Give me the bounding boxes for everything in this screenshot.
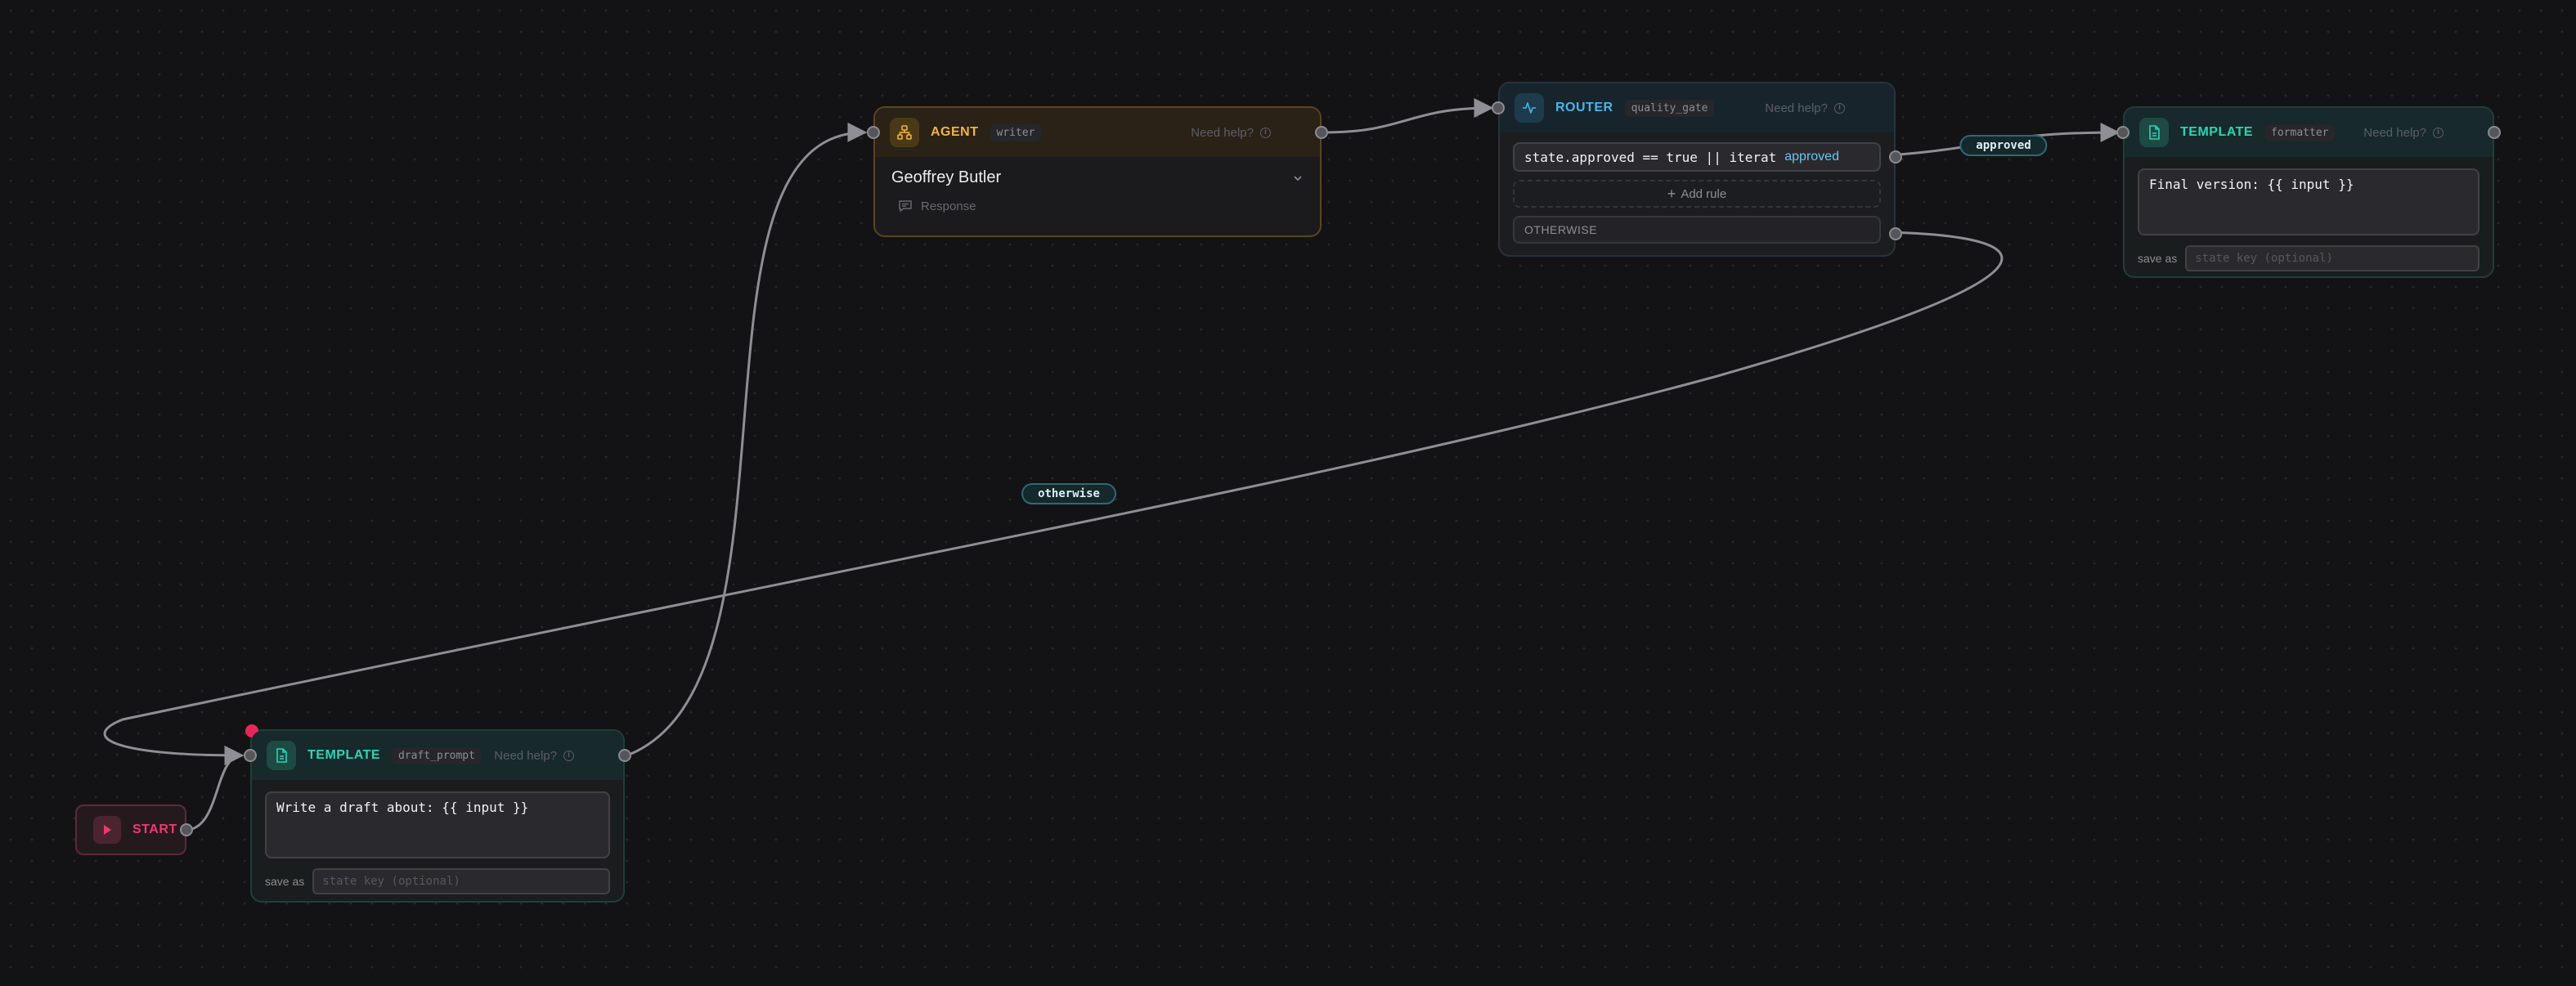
node-header[interactable]: AGENT writer Need help? i — [875, 108, 1320, 157]
start-node[interactable]: START — [75, 804, 193, 855]
state-key-input[interactable]: state key (optional) — [2185, 245, 2480, 271]
document-icon — [267, 741, 296, 770]
save-as-label: save as — [2138, 252, 2178, 265]
template-textarea[interactable]: Final version: {{ input }} — [2138, 168, 2480, 235]
input-port[interactable] — [867, 126, 880, 139]
message-icon — [899, 200, 912, 213]
save-as-label: save as — [265, 875, 305, 888]
edge-start-to-draft-prompt[interactable] — [187, 746, 245, 831]
node-id-tag: draft_prompt — [392, 746, 482, 764]
output-port[interactable] — [2488, 126, 2501, 139]
add-rule-label: Add rule — [1681, 186, 1727, 201]
document-icon — [2139, 118, 2169, 147]
node-id-tag: quality_gate — [1624, 99, 1715, 117]
node-header[interactable]: TEMPLATE formatter Need help? i — [2125, 108, 2493, 157]
input-port[interactable] — [1492, 101, 1505, 114]
node-type-label: TEMPLATE — [2180, 125, 2254, 139]
agent-name: Geoffrey Butler — [891, 168, 1002, 186]
plus-icon: + — [1667, 185, 1676, 202]
template-textarea[interactable]: Write a draft about: {{ input }} — [265, 791, 610, 858]
template-node-formatter[interactable]: TEMPLATE formatter Need help? i Final ver… — [2116, 106, 2501, 278]
template-node-draft-prompt[interactable]: TEMPLATE draft_prompt Need help? i Write … — [244, 724, 631, 903]
agent-icon — [890, 118, 919, 147]
router-node-quality-gate[interactable]: ROUTER quality_gate Need help? i state.ap… — [1492, 82, 1902, 257]
info-icon: i — [2433, 127, 2444, 138]
otherwise-label: OTHERWISE — [1524, 223, 1598, 236]
rule-target[interactable]: approved — [1784, 150, 1839, 164]
response-output: Response — [898, 199, 1320, 213]
edge-writer-to-quality-gate[interactable] — [1322, 98, 1494, 134]
activity-icon — [1515, 93, 1544, 123]
info-icon: i — [563, 750, 574, 761]
need-help-text: Need help? — [1191, 125, 1254, 140]
otherwise-branch[interactable]: OTHERWISE — [1513, 216, 1881, 244]
edge-label-otherwise[interactable]: otherwise — [1021, 483, 1116, 504]
node-type-label: AGENT — [931, 125, 979, 139]
need-help-link[interactable]: Need help? i — [1191, 108, 1271, 157]
response-label: Response — [921, 199, 976, 213]
start-label: START — [132, 822, 177, 836]
node-type-label: ROUTER — [1555, 101, 1613, 114]
node-header[interactable]: TEMPLATE draft_prompt Need help? i — [252, 731, 623, 780]
need-help-text: Need help? — [494, 748, 557, 763]
need-help-link[interactable]: Need help? i — [1765, 83, 1845, 132]
node-header[interactable]: ROUTER quality_gate Need help? i — [1500, 83, 1894, 132]
output-port[interactable] — [618, 749, 631, 762]
start-output-port[interactable] — [180, 823, 193, 836]
rule-output-port[interactable] — [1889, 150, 1902, 164]
output-port[interactable] — [1315, 126, 1328, 139]
router-rule[interactable]: state.approved == true || iterat approve… — [1513, 142, 1881, 172]
add-rule-button[interactable]: + Add rule — [1513, 180, 1881, 208]
need-help-link[interactable]: Need help? i — [2363, 108, 2444, 157]
node-id-tag: formatter — [2264, 123, 2336, 141]
agent-node-writer[interactable]: AGENT writer Need help? i Geoffrey Butler… — [867, 106, 1328, 237]
otherwise-output-port[interactable] — [1889, 227, 1902, 240]
input-port[interactable] — [2116, 126, 2129, 139]
node-id-tag: writer — [990, 123, 1042, 141]
play-icon — [93, 816, 121, 844]
agent-select[interactable]: Geoffrey Butler — [891, 168, 1304, 187]
edge-label-approved[interactable]: approved — [1959, 135, 2048, 156]
rule-condition[interactable]: state.approved == true || iterat — [1524, 150, 1776, 165]
input-port[interactable] — [244, 749, 257, 762]
need-help-text: Need help? — [1765, 101, 1828, 115]
info-icon: i — [1834, 102, 1845, 114]
need-help-link[interactable]: Need help? i — [494, 731, 574, 780]
need-help-text: Need help? — [2363, 125, 2426, 140]
edge-draft-prompt-to-writer[interactable] — [624, 122, 868, 758]
node-type-label: TEMPLATE — [307, 748, 381, 762]
chevron-down-icon — [1294, 175, 1302, 181]
state-key-input[interactable]: state key (optional) — [312, 868, 610, 894]
info-icon: i — [1260, 127, 1271, 138]
